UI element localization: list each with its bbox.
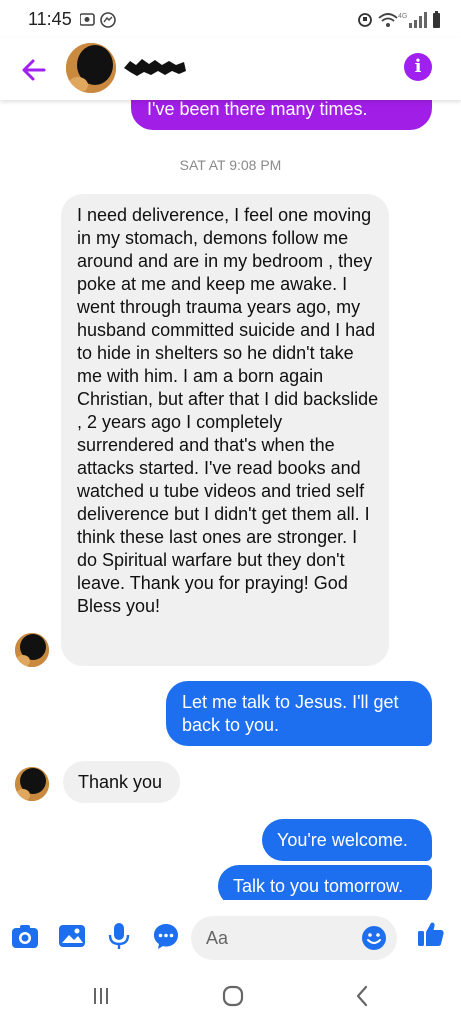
sender-avatar[interactable]	[15, 633, 49, 667]
camera-icon[interactable]	[10, 921, 40, 951]
status-time: 11:45	[28, 9, 72, 29]
thumbs-up-icon[interactable]	[416, 919, 446, 949]
info-button[interactable]: i	[404, 53, 432, 81]
system-navigation-bar	[0, 967, 461, 1024]
chat-more-icon[interactable]	[151, 921, 181, 951]
message-text: Thank you	[78, 772, 163, 792]
back-nav-icon[interactable]	[348, 983, 378, 1009]
message-bubble-sent[interactable]: You're welcome.	[262, 819, 432, 861]
sender-avatar[interactable]	[15, 767, 49, 801]
info-icon: i	[414, 56, 422, 77]
microphone-icon[interactable]	[104, 921, 134, 951]
message-text: Let me talk to Jesus. I'll get back to y…	[182, 692, 399, 735]
status-right-icons: 4G	[358, 11, 440, 28]
message-input[interactable]: Aa	[191, 916, 397, 960]
message-composer: Aa	[0, 905, 461, 967]
message-text: Talk to you tomorrow.	[233, 876, 404, 896]
back-arrow-icon[interactable]	[18, 54, 50, 86]
message-timestamp: SAT AT 9:08 PM	[179, 157, 282, 173]
gallery-icon[interactable]	[57, 921, 87, 951]
message-bubble-received[interactable]: I need deliverence, I feel one moving in…	[61, 194, 389, 666]
svg-text:4G: 4G	[398, 13, 407, 20]
message-bubble-sent[interactable]: Talk to you tomorrow.	[218, 865, 432, 900]
recent-apps-icon[interactable]	[86, 983, 116, 1009]
message-list: I've been there many times. SAT AT 9:08 …	[0, 100, 461, 900]
notification-icons	[80, 12, 116, 28]
message-text: I need deliverence, I feel one moving in…	[77, 205, 379, 616]
message-bubble-sent[interactable]: Let me talk to Jesus. I'll get back to y…	[166, 681, 432, 746]
message-input-placeholder: Aa	[206, 928, 229, 948]
message-text: You're welcome.	[277, 830, 408, 850]
emoji-icon[interactable]	[361, 925, 387, 951]
contact-avatar[interactable]	[66, 43, 116, 93]
message-bubble-sent[interactable]: I've been there many times.	[131, 100, 432, 130]
message-text: I've been there many times.	[147, 100, 368, 119]
conversation-header: i	[0, 38, 461, 100]
status-bar: 11:45 4G	[0, 0, 461, 38]
redacted-contact-name[interactable]	[122, 56, 188, 78]
message-bubble-received[interactable]: Thank you	[63, 761, 180, 803]
home-icon[interactable]	[218, 983, 248, 1009]
